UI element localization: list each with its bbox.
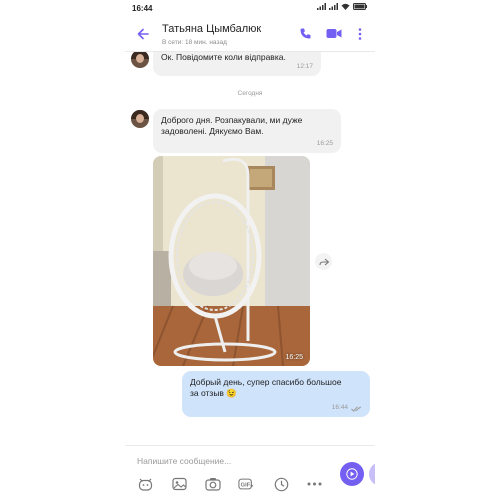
message-input[interactable] — [137, 454, 307, 468]
message-time: 12:17 — [296, 63, 313, 70]
date-separator: Сегодня — [237, 90, 263, 97]
gif-icon[interactable]: GIF — [238, 476, 254, 492]
message-composer: GIF — [125, 445, 375, 500]
message-text: Добрый день, супер спасибо большое за от… — [190, 377, 342, 398]
voice-message-button[interactable] — [369, 462, 375, 486]
message-time: 16:44 — [331, 404, 348, 411]
photo-message[interactable]: 16:25 — [153, 156, 310, 366]
send-button[interactable] — [340, 462, 364, 486]
forward-icon — [318, 258, 329, 265]
message-bubble-outgoing[interactable]: Добрый день, супер спасибо большое за от… — [182, 371, 370, 417]
photo-time: 16:25 — [285, 354, 303, 361]
video-call-icon[interactable] — [326, 28, 342, 39]
svg-text:GIF: GIF — [241, 483, 251, 489]
message-text: Ок. Повідомите коли відправка. — [161, 52, 286, 62]
status-time: 16:44 — [132, 4, 153, 13]
viber-chat-screen: 16:44 Татьяна Цымбалюк В сети: 18 мин. н… — [125, 0, 375, 500]
signal-icon — [317, 3, 326, 10]
play-icon — [346, 468, 358, 480]
contact-status: В сети: 18 мин. назад — [162, 39, 227, 46]
gallery-icon[interactable] — [171, 476, 187, 492]
forward-button[interactable] — [315, 253, 332, 270]
contact-avatar[interactable] — [131, 110, 149, 128]
message-list[interactable]: Ок. Повідомите коли відправка. 12:17 Сег… — [125, 52, 375, 445]
wifi-icon — [341, 3, 350, 10]
chat-header: Татьяна Цымбалюк В сети: 18 мин. назад — [125, 16, 375, 52]
camera-icon[interactable] — [205, 476, 221, 492]
message-time: 16:25 — [316, 140, 333, 147]
more-vertical-icon[interactable] — [358, 28, 362, 40]
contact-avatar[interactable] — [131, 52, 149, 68]
more-icon[interactable] — [306, 476, 322, 492]
delivered-check-icon — [351, 406, 362, 412]
phone-call-icon[interactable] — [299, 27, 312, 40]
back-arrow-icon[interactable] — [136, 27, 150, 41]
status-icons — [317, 3, 367, 10]
hanging-chair-photo — [153, 156, 310, 366]
message-bubble-incoming[interactable]: Доброго дня. Розпакували, ми дуже задово… — [153, 109, 341, 153]
message-text: Доброго дня. Розпакували, ми дуже задово… — [161, 115, 303, 136]
message-bubble-incoming[interactable]: Ок. Повідомите коли відправка. 12:17 — [153, 52, 321, 76]
signal-icon-2 — [329, 3, 338, 10]
sticker-icon[interactable] — [137, 476, 153, 492]
clock-icon[interactable] — [273, 476, 289, 492]
status-bar: 16:44 — [125, 0, 375, 16]
contact-name[interactable]: Татьяна Цымбалюк — [162, 23, 261, 35]
battery-icon — [353, 3, 367, 10]
